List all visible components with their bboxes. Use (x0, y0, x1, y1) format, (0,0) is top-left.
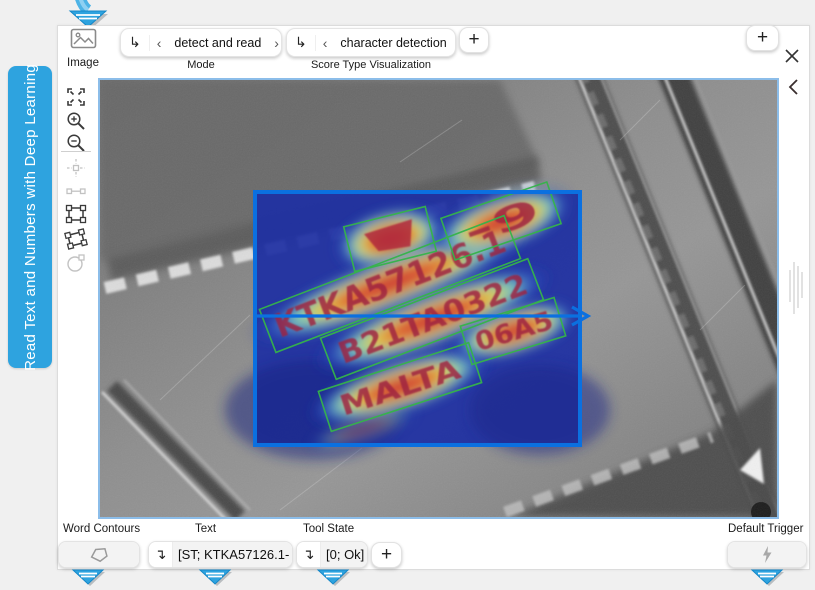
rotated-rect-roi-icon (64, 227, 88, 251)
text-output-label: Text (195, 523, 216, 535)
contour-icon (89, 546, 109, 564)
app-window: Read Text and Numbers with Deep Learning… (0, 0, 815, 590)
zoom-in-icon (65, 110, 87, 132)
add-output-button[interactable]: + (371, 542, 402, 568)
tool-state-connector[interactable] (316, 568, 352, 588)
text-connector[interactable] (198, 568, 234, 588)
tool-state-output[interactable]: ↴ [0; Ok] (296, 541, 368, 568)
image-icon (70, 28, 97, 49)
mode-value[interactable]: detect and read (168, 36, 267, 50)
image-canvas[interactable]: KTKA57126.1 -9 B21TA0322 MALTA 06A5 (98, 78, 779, 519)
fit-view-button[interactable] (63, 85, 89, 109)
tool-state-value[interactable]: [0; Ok] (321, 542, 367, 567)
default-trigger-output[interactable] (727, 541, 807, 568)
corner-add-button[interactable]: + (746, 25, 779, 51)
zoom-in-button[interactable] (63, 109, 89, 133)
rotated-rect-roi-button[interactable] (63, 227, 89, 251)
fit-view-icon (65, 86, 87, 108)
default-trigger-connector[interactable] (750, 568, 786, 588)
tool-state-insert-button[interactable]: ↴ (297, 542, 321, 567)
score-type-selector: ↳ ‹ character detection › (286, 28, 456, 57)
collapse-chevron-icon[interactable] (786, 78, 802, 96)
text-insert-button[interactable]: ↴ (149, 542, 173, 567)
score-value[interactable]: character detection (334, 36, 452, 50)
toolbar-divider (61, 151, 91, 152)
side-tab-label: Read Text and Numbers with Deep Learning (22, 64, 39, 371)
circle-roi-button-disabled[interactable] (63, 251, 89, 275)
score-prev-button[interactable]: ‹ (315, 35, 335, 51)
image-button-label: Image (62, 57, 104, 69)
mode-next-button[interactable]: › (267, 35, 286, 51)
score-heatmap-overlay: KTKA57126.1 -9 B21TA0322 MALTA 06A5 (225, 171, 610, 460)
rect-roi-icon (64, 202, 88, 226)
mode-label: Mode (120, 59, 282, 71)
point-roi-button-disabled[interactable] (63, 156, 89, 180)
word-contours-label: Word Contours (63, 523, 140, 535)
lightning-bolt-icon (760, 545, 774, 564)
side-tab-read-text[interactable]: Read Text and Numbers with Deep Learning (8, 66, 52, 368)
close-icon[interactable] (782, 46, 802, 66)
default-trigger-label: Default Trigger (728, 523, 803, 535)
circle-roi-icon (65, 252, 87, 274)
point-roi-icon (65, 157, 87, 179)
line-roi-icon (65, 180, 87, 202)
chip-image: KTKA57126.1 -9 B21TA0322 MALTA 06A5 (100, 80, 777, 517)
text-output-value[interactable]: [ST; KTKA57126.1- (173, 542, 292, 567)
mode-selector: ↳ ‹ detect and read › (120, 28, 282, 57)
mode-step-icon[interactable]: ↳ (121, 34, 149, 51)
rect-roi-button[interactable] (63, 202, 89, 226)
add-parameter-button[interactable]: + (459, 27, 489, 53)
line-roi-button-disabled[interactable] (63, 179, 89, 203)
word-contours-output[interactable] (58, 541, 140, 568)
splitter-grip[interactable] (788, 262, 804, 314)
image-source-button[interactable]: Image (62, 28, 104, 69)
score-step-icon[interactable]: ↳ (287, 34, 315, 51)
score-type-label: Score Type Visualization (286, 59, 456, 71)
text-output[interactable]: ↴ [ST; KTKA57126.1- (148, 541, 293, 568)
word-contours-connector[interactable] (71, 568, 107, 588)
mode-prev-button[interactable]: ‹ (149, 35, 169, 51)
tool-state-label: Tool State (303, 523, 354, 535)
